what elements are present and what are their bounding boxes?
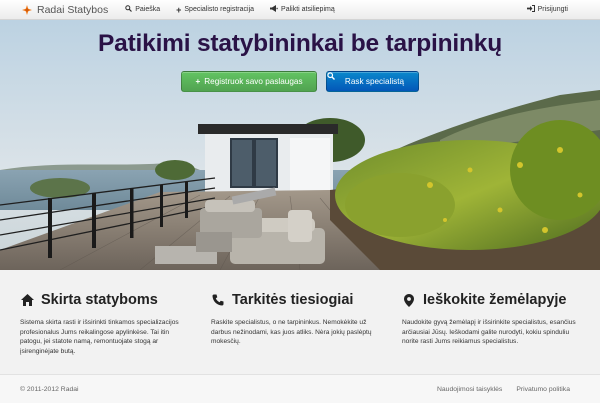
nav-item-label: Palikti atsiliepimą: [281, 6, 335, 13]
feature-heading: Ieškokite žemėlapyje: [402, 292, 580, 308]
register-services-button[interactable]: + Registruok savo paslaugas: [181, 71, 317, 92]
feature-heading: Tarkitės tiesiogiai: [211, 292, 381, 308]
login-label: Prisijungti: [537, 6, 568, 13]
footer-links: Naudojimosi taisyklės Privatumo politika: [437, 386, 570, 393]
feature-text: Raskite specialistus, o ne tarpininkus. …: [211, 319, 372, 346]
features-section: Skirta statyboms Sistema skirta rasti ir…: [0, 270, 600, 374]
terms-link[interactable]: Naudojimosi taisyklės: [437, 386, 502, 393]
feature-text: Sistema skirta rasti ir išsirinkti tinka…: [20, 319, 179, 355]
feature-title: Tarkitės tiesiogiai: [232, 292, 354, 308]
brand-link[interactable]: Radai Statybos: [22, 4, 108, 16]
nav-item-register[interactable]: + Specialisto registracija: [176, 5, 254, 15]
feature-title: Skirta statyboms: [41, 292, 158, 308]
register-services-label: Registruok savo paslaugas: [204, 77, 303, 86]
plus-icon: +: [176, 4, 182, 15]
page-footer: © 2011-2012 Radai Naudojimosi taisyklės …: [0, 374, 600, 403]
feature-text: Naudokite gyvą žemėlapį ir išsirinkite s…: [402, 319, 576, 346]
feature-heading: Skirta statyboms: [20, 292, 192, 308]
map-marker-icon: [402, 293, 416, 307]
feature-title: Ieškokite žemėlapyje: [423, 292, 567, 308]
copyright-text: © 2011-2012 Radai: [20, 385, 79, 393]
login-link[interactable]: Prisijungti: [526, 5, 568, 14]
nav-item-search[interactable]: Paieška: [125, 5, 160, 14]
brand-logo-icon: [22, 4, 32, 15]
login-icon: [526, 5, 535, 14]
hero-banner: Patikimi statybininkai be tarpininkų + R…: [0, 20, 600, 270]
bullhorn-icon: [270, 5, 278, 14]
search-icon: [125, 5, 133, 14]
find-specialist-label: Rask specialistą: [344, 77, 405, 86]
find-specialist-button[interactable]: Rask specialistą: [326, 71, 419, 92]
home-icon: [20, 294, 34, 306]
feature-direct-contact: Tarkitės tiesiogiai Raskite specialistus…: [211, 292, 381, 347]
feature-construction: Skirta statyboms Sistema skirta rasti ir…: [20, 292, 192, 356]
nav-item-review[interactable]: Palikti atsiliepimą: [270, 5, 335, 14]
nav-item-label: Paieška: [135, 6, 161, 13]
brand-name: Radai Statybos: [37, 3, 109, 16]
hero-title: Patikimi statybininkai be tarpininkų: [98, 30, 502, 57]
top-navbar: Radai Statybos Paieška + Specialisto reg…: [0, 0, 600, 20]
feature-map-search: Ieškokite žemėlapyje Naudokite gyvą žemė…: [402, 292, 580, 347]
privacy-link[interactable]: Privatumo politika: [516, 386, 570, 393]
nav-item-label: Specialisto registracija: [184, 6, 255, 13]
plus-icon: +: [195, 77, 201, 86]
phone-icon: [211, 294, 225, 306]
